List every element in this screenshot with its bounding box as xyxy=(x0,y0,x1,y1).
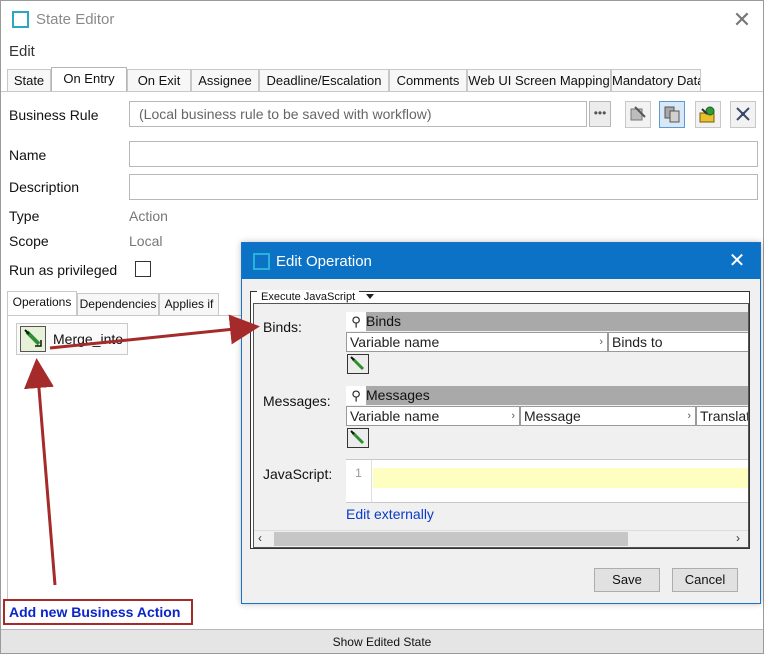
add-business-action-link[interactable]: Add new Business Action xyxy=(3,599,193,625)
window-title: State Editor xyxy=(36,11,115,28)
operation-type-select[interactable]: Execute JavaScript xyxy=(257,290,360,304)
tools-icon xyxy=(736,107,750,121)
scope-label: Scope xyxy=(9,233,49,249)
messages-header-title: Messages xyxy=(366,386,748,405)
state-editor-titlebar: State Editor ✕ xyxy=(1,1,763,39)
dialog-title: Edit Operation xyxy=(276,253,372,270)
line-number-gutter: 1 xyxy=(346,460,372,502)
tab-state[interactable]: State xyxy=(7,69,51,91)
tab-assignee[interactable]: Assignee xyxy=(191,69,259,91)
copy-rule-icon xyxy=(630,106,646,121)
pin-icon[interactable]: ⚲ xyxy=(346,312,366,331)
binds-col-variable[interactable]: Variable name › xyxy=(346,332,608,352)
messages-label: Messages: xyxy=(263,393,331,409)
scope-value: Local xyxy=(129,233,163,249)
cancel-button[interactable]: Cancel xyxy=(672,568,738,592)
edit-operation-icon[interactable] xyxy=(20,326,46,352)
messages-col-message[interactable]: Message › xyxy=(520,406,696,426)
name-field[interactable] xyxy=(129,141,758,167)
add-bind-button[interactable] xyxy=(347,354,369,374)
tab-on-entry[interactable]: On Entry xyxy=(51,67,127,92)
close-icon[interactable]: ✕ xyxy=(729,7,755,33)
tab-comments[interactable]: Comments xyxy=(389,69,467,91)
operation-item-label: Merge_into xyxy=(53,331,124,347)
messages-header: ⚲ Messages xyxy=(346,386,748,405)
tools-button[interactable] xyxy=(730,101,756,128)
operations-panel xyxy=(7,315,243,605)
pin-icon[interactable]: ⚲ xyxy=(346,386,366,405)
subtab-operations[interactable]: Operations xyxy=(7,291,77,316)
business-rule-label: Business Rule xyxy=(9,107,99,123)
tab-mandatory-data[interactable]: Mandatory Data xyxy=(611,69,701,91)
browse-button[interactable]: ••• xyxy=(589,101,611,127)
duplicate-icon xyxy=(664,106,680,123)
edit-operation-dialog: Edit Operation ✕ Execute JavaScript Bind… xyxy=(241,242,761,604)
show-edited-state-button[interactable]: Show Edited State xyxy=(1,629,763,653)
edit-icon xyxy=(350,356,365,371)
description-label: Description xyxy=(9,179,80,195)
plugin-button[interactable] xyxy=(695,101,721,128)
type-label: Type xyxy=(9,208,40,224)
name-label: Name xyxy=(9,147,47,163)
save-button[interactable]: Save xyxy=(594,568,660,592)
subtab-dependencies[interactable]: Dependencies xyxy=(77,293,159,315)
tab-web-ui-screen-mapping[interactable]: Web UI Screen Mapping xyxy=(467,69,611,91)
plugin-icon xyxy=(699,106,715,123)
duplicate-button[interactable] xyxy=(659,101,685,128)
edit-icon xyxy=(350,430,365,445)
binds-label: Binds: xyxy=(263,319,302,335)
messages-col-translation[interactable]: Translat xyxy=(696,406,748,426)
business-rule-field[interactable]: (Local business rule to be saved with wo… xyxy=(129,101,587,127)
dialog-window-icon xyxy=(253,253,270,270)
window-icon xyxy=(12,11,29,28)
binds-header: ⚲ Binds xyxy=(346,312,748,331)
add-message-button[interactable] xyxy=(347,428,369,448)
description-field[interactable] xyxy=(129,174,758,200)
operation-config-area: Binds: ⚲ Binds Variable name › Binds to M… xyxy=(253,303,749,548)
chevron-down-icon[interactable] xyxy=(366,294,374,299)
chevron-right-icon: › xyxy=(511,410,515,422)
privileged-label: Run as privileged xyxy=(9,262,118,278)
binds-header-title: Binds xyxy=(366,312,748,331)
edit-externally-link[interactable]: Edit externally xyxy=(346,506,434,522)
menu-edit[interactable]: Edit xyxy=(9,43,35,60)
dialog-close-icon[interactable]: ✕ xyxy=(724,248,750,274)
chevron-right-icon: › xyxy=(599,336,603,348)
tab-divider xyxy=(1,91,763,92)
messages-col-variable[interactable]: Variable name › xyxy=(346,406,520,426)
copy-rule-button[interactable] xyxy=(625,101,651,128)
dialog-titlebar: Edit Operation ✕ xyxy=(242,243,760,279)
javascript-label: JavaScript: xyxy=(263,466,333,482)
binds-col-binds-to[interactable]: Binds to xyxy=(608,332,748,352)
scroll-right-icon[interactable]: › xyxy=(736,531,740,545)
javascript-code-line[interactable] xyxy=(373,468,748,488)
chevron-right-icon: › xyxy=(687,410,691,422)
privileged-checkbox[interactable] xyxy=(135,261,151,277)
scrollbar-thumb[interactable] xyxy=(274,532,628,546)
tab-on-exit[interactable]: On Exit xyxy=(127,69,191,91)
tab-deadline-escalation[interactable]: Deadline/Escalation xyxy=(259,69,389,91)
subtab-applies-if[interactable]: Applies if xyxy=(159,293,219,315)
type-value: Action xyxy=(129,208,168,224)
scroll-left-icon[interactable]: ‹ xyxy=(258,531,262,545)
